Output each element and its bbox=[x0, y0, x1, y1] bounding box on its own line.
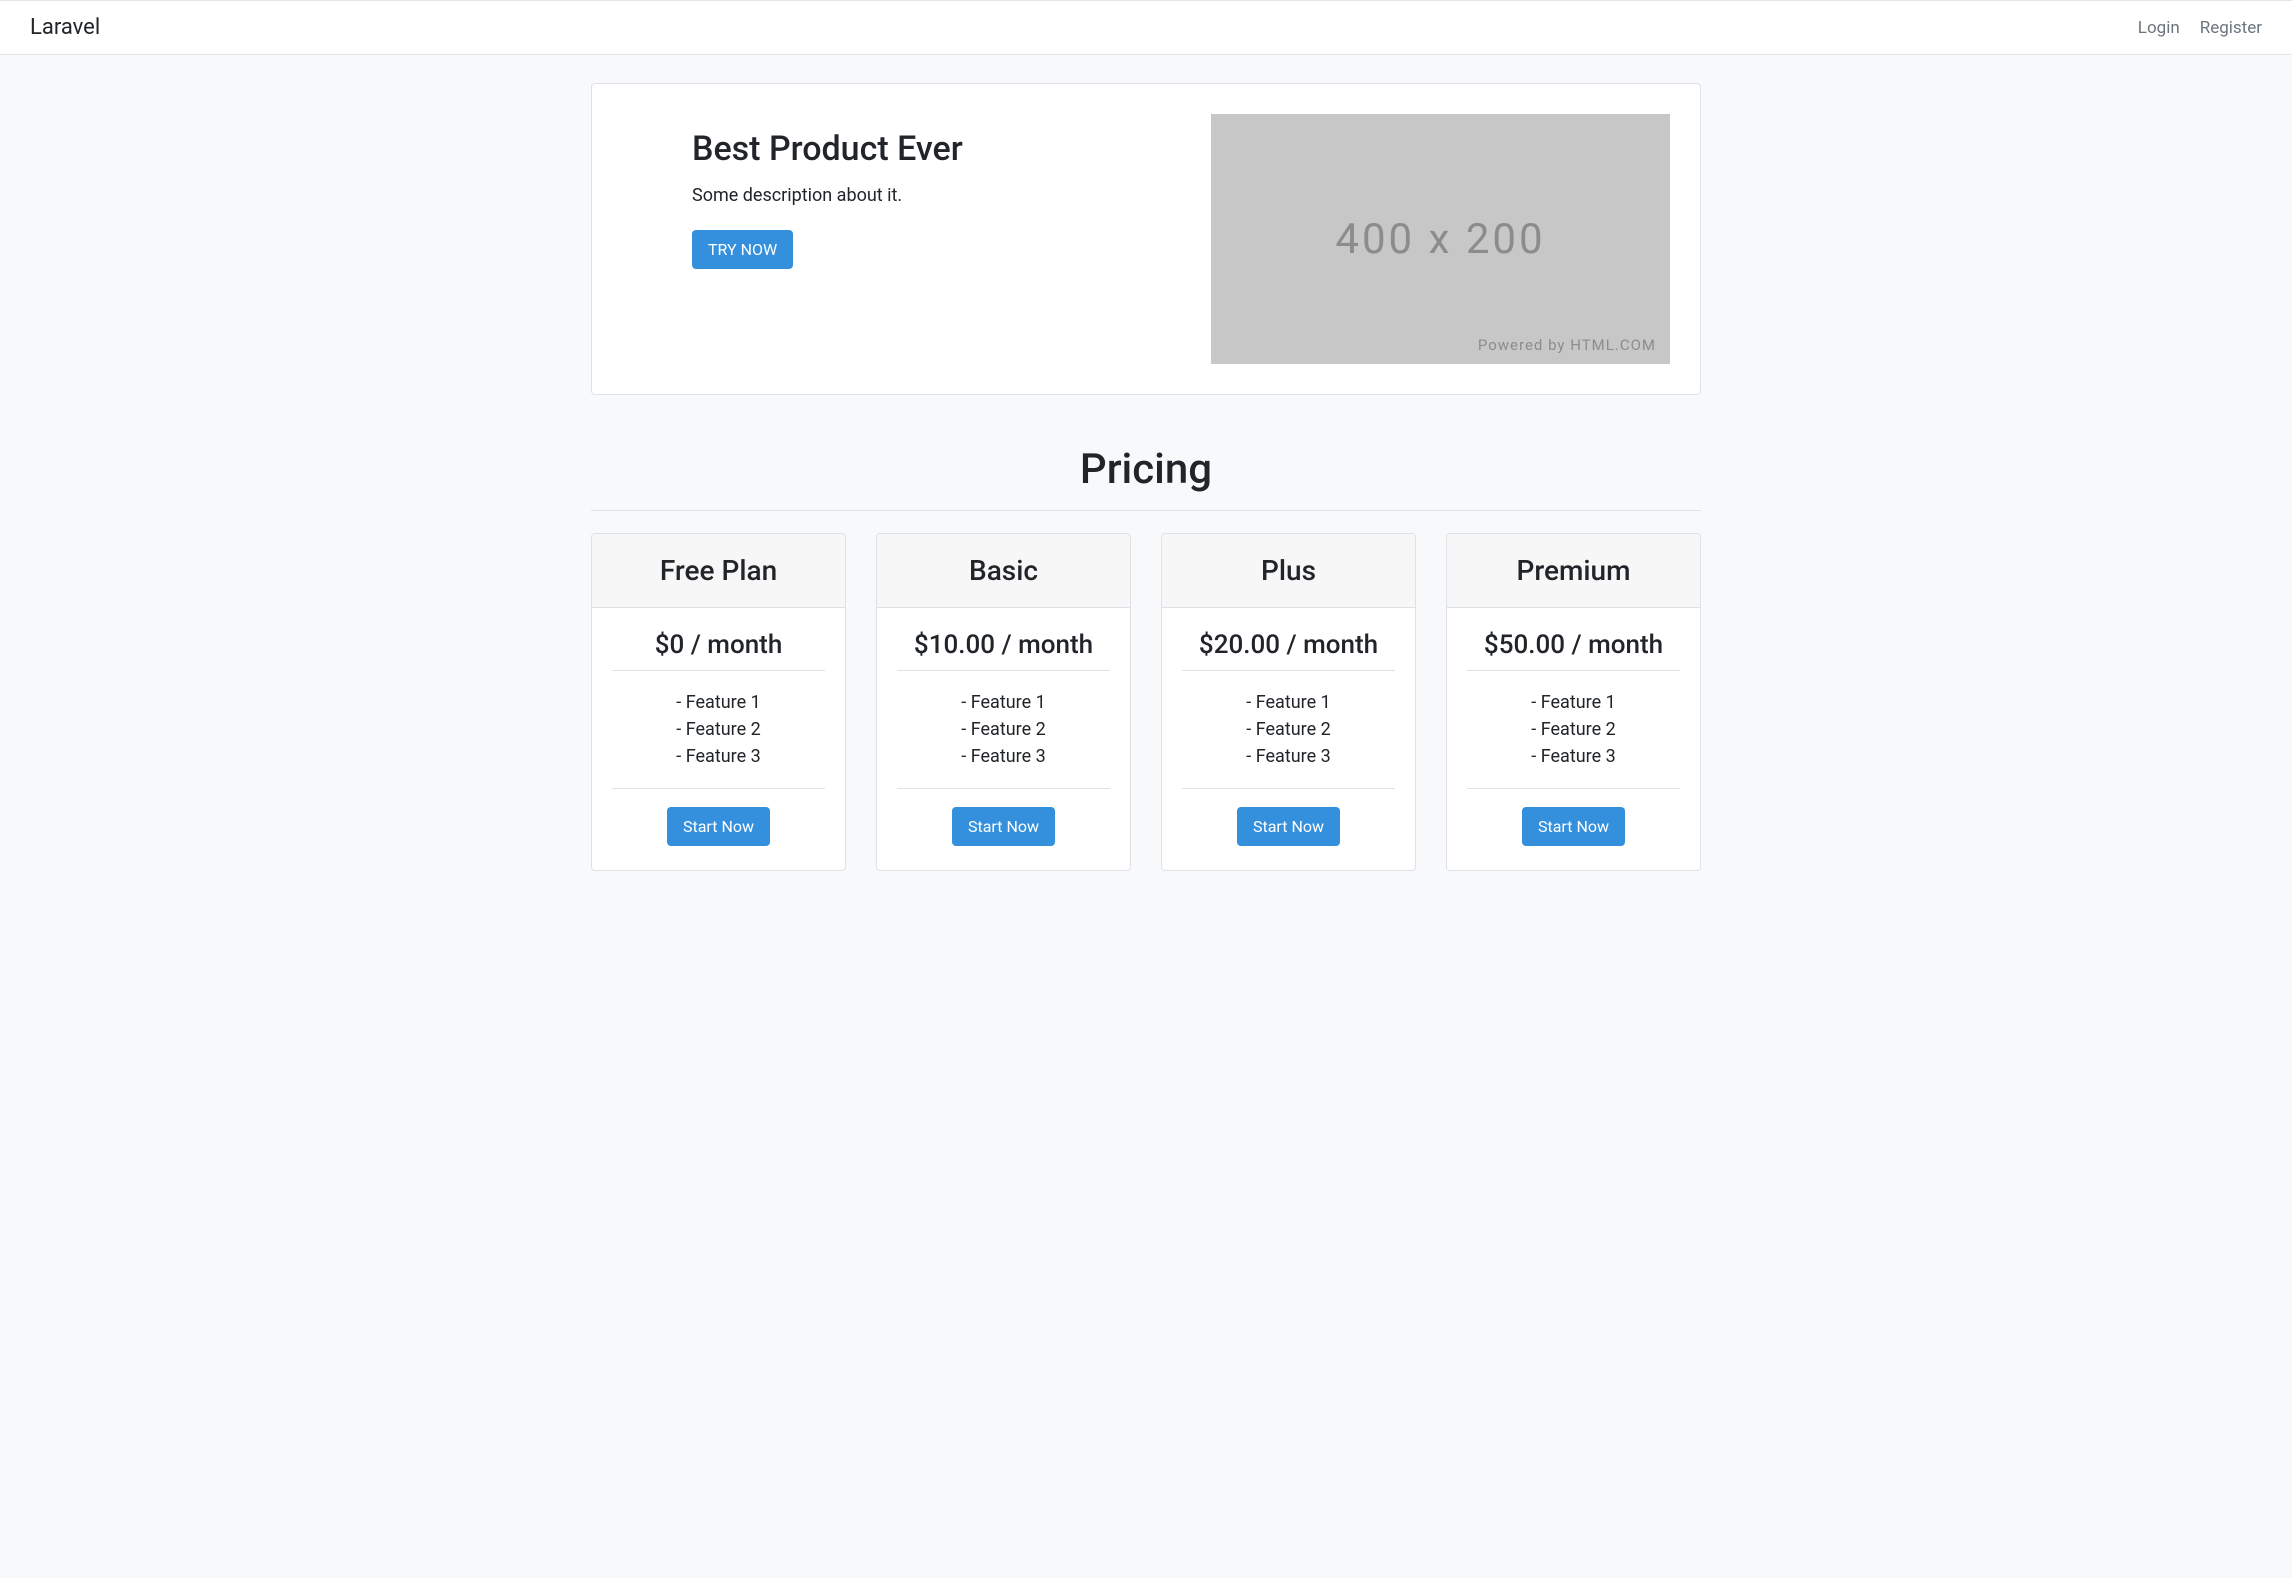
plan-feature: - Feature 3 bbox=[612, 743, 825, 770]
plan-feature: - Feature 2 bbox=[612, 716, 825, 743]
start-now-button[interactable]: Start Now bbox=[952, 807, 1055, 846]
placeholder-image: 400 x 200 Powered by HTML.COM bbox=[1211, 114, 1670, 364]
plan-divider bbox=[1467, 788, 1680, 789]
plan-feature: - Feature 2 bbox=[1467, 716, 1680, 743]
plan-feature: - Feature 3 bbox=[1467, 743, 1680, 770]
plan-price: $10.00 / month bbox=[897, 630, 1110, 660]
plan-feature: - Feature 2 bbox=[1182, 716, 1395, 743]
plan-header: Premium bbox=[1447, 534, 1700, 608]
plan-divider bbox=[897, 670, 1110, 671]
plan-divider bbox=[1182, 670, 1395, 671]
plan-feature: - Feature 3 bbox=[1182, 743, 1395, 770]
plan-card: Basic$10.00 / month- Feature 1- Feature … bbox=[876, 533, 1131, 871]
plan-feature: - Feature 3 bbox=[897, 743, 1110, 770]
register-link[interactable]: Register bbox=[2200, 18, 2262, 38]
hero-card: Best Product Ever Some description about… bbox=[591, 83, 1701, 395]
plan-price: $0 / month bbox=[612, 630, 825, 660]
plan-feature: - Feature 1 bbox=[612, 689, 825, 716]
plan-name: Premium bbox=[1459, 554, 1688, 587]
plan-body: $0 / month - Feature 1- Feature 2- Featur… bbox=[592, 608, 845, 870]
plan-header: Basic bbox=[877, 534, 1130, 608]
plan-body: $10.00 / month - Feature 1- Feature 2- Fe… bbox=[877, 608, 1130, 870]
plan-features: - Feature 1- Feature 2- Feature 3 bbox=[1467, 689, 1680, 770]
nav-links: Login Register bbox=[2138, 18, 2262, 38]
plan-feature: - Feature 1 bbox=[1182, 689, 1395, 716]
plan-body: $20.00 / month - Feature 1- Feature 2- Fe… bbox=[1162, 608, 1415, 870]
plan-name: Basic bbox=[889, 554, 1118, 587]
plan-body: $50.00 / month - Feature 1- Feature 2- Fe… bbox=[1447, 608, 1700, 870]
plan-features: - Feature 1- Feature 2- Feature 3 bbox=[897, 689, 1110, 770]
plan-card: Premium$50.00 / month- Feature 1- Featur… bbox=[1446, 533, 1701, 871]
plan-features: - Feature 1- Feature 2- Feature 3 bbox=[1182, 689, 1395, 770]
plan-feature: - Feature 1 bbox=[1467, 689, 1680, 716]
hero-title: Best Product Ever bbox=[692, 129, 1151, 169]
plan-price: $50.00 / month bbox=[1467, 630, 1680, 660]
try-now-button[interactable]: TRY NOW bbox=[692, 230, 793, 269]
start-now-button[interactable]: Start Now bbox=[1237, 807, 1340, 846]
plan-features: - Feature 1- Feature 2- Feature 3 bbox=[612, 689, 825, 770]
plan-header: Plus bbox=[1162, 534, 1415, 608]
start-now-button[interactable]: Start Now bbox=[667, 807, 770, 846]
hero-image-wrap: 400 x 200 Powered by HTML.COM bbox=[1211, 114, 1670, 364]
plan-divider bbox=[1467, 670, 1680, 671]
pricing-section: Pricing Free Plan$0 / month- Feature 1- … bbox=[591, 445, 1701, 871]
brand-link[interactable]: Laravel bbox=[30, 15, 100, 40]
plan-divider bbox=[897, 788, 1110, 789]
plan-header: Free Plan bbox=[592, 534, 845, 608]
pricing-title: Pricing bbox=[591, 445, 1701, 510]
start-now-button[interactable]: Start Now bbox=[1522, 807, 1625, 846]
login-link[interactable]: Login bbox=[2138, 18, 2180, 38]
plan-divider bbox=[612, 788, 825, 789]
plans-row: Free Plan$0 / month- Feature 1- Feature … bbox=[591, 533, 1701, 871]
placeholder-dimensions: 400 x 200 bbox=[1335, 215, 1545, 264]
pricing-divider bbox=[591, 510, 1701, 511]
plan-feature: - Feature 1 bbox=[897, 689, 1110, 716]
navbar: Laravel Login Register bbox=[0, 0, 2292, 55]
plan-name: Plus bbox=[1174, 554, 1403, 587]
plan-card: Plus $20.00 / month - Feature 1- Feature 2… bbox=[1161, 533, 1416, 871]
plan-name: Free Plan bbox=[604, 554, 833, 587]
plan-price: $20.00 / month bbox=[1182, 630, 1395, 660]
placeholder-credit: Powered by HTML.COM bbox=[1478, 336, 1656, 354]
plan-feature: - Feature 2 bbox=[897, 716, 1110, 743]
plan-divider bbox=[1182, 788, 1395, 789]
hero-content: Best Product Ever Some description about… bbox=[622, 114, 1151, 269]
plan-divider bbox=[612, 670, 825, 671]
plan-card: Free Plan$0 / month- Feature 1- Feature … bbox=[591, 533, 846, 871]
hero-description: Some description about it. bbox=[692, 185, 1151, 206]
